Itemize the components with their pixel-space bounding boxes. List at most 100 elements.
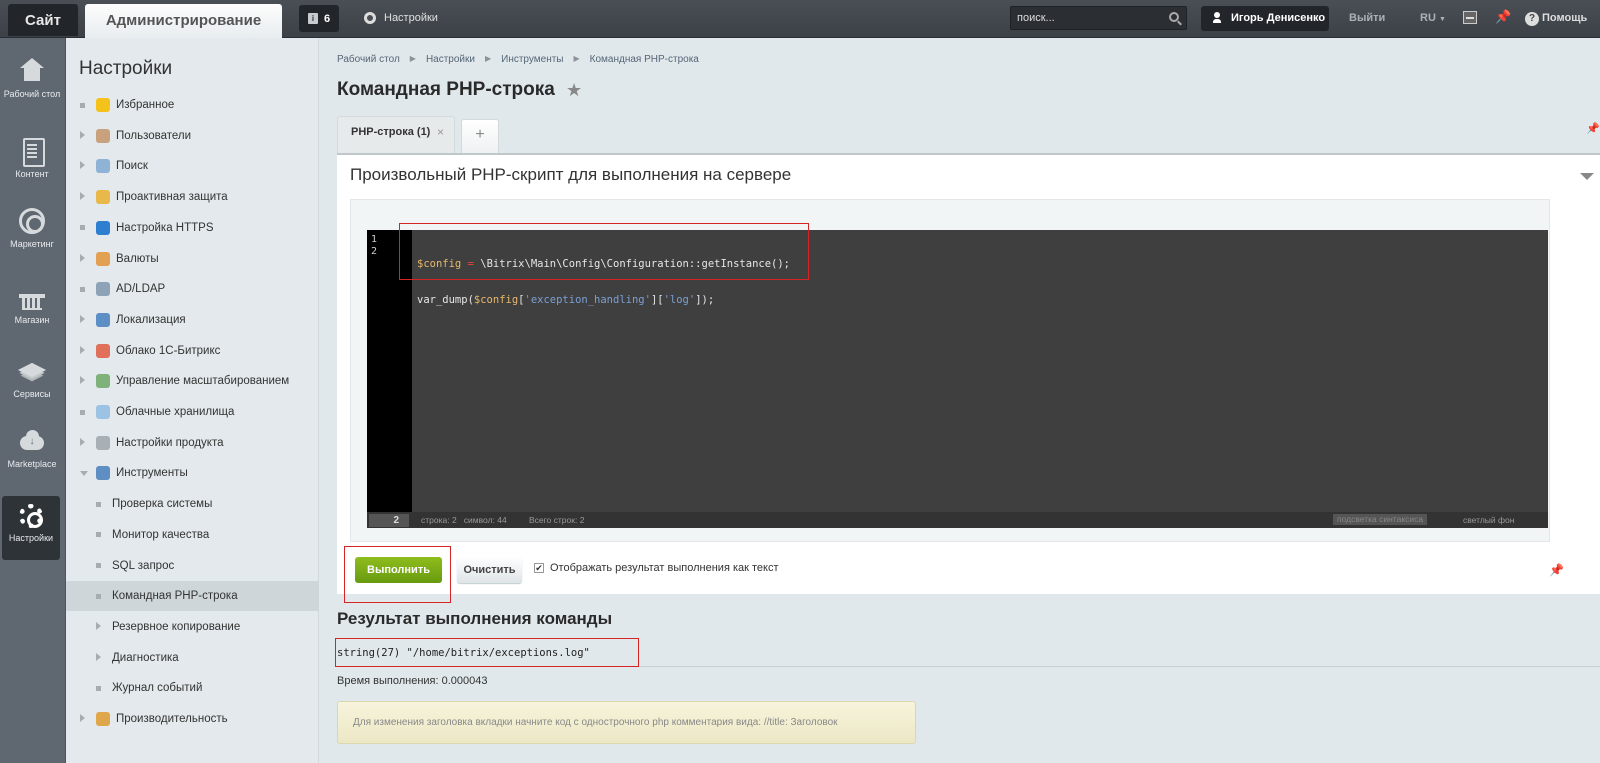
menu-item-label: Журнал событий bbox=[112, 682, 203, 695]
menu-item[interactable]: Проактивная защита bbox=[66, 182, 319, 212]
menu-item-label: Пользователи bbox=[116, 129, 192, 142]
search-placeholder: поиск... bbox=[1017, 12, 1055, 24]
menu-item[interactable]: Настройка HTTPS bbox=[66, 213, 319, 243]
expand-arrow-icon[interactable] bbox=[96, 652, 101, 661]
user-button[interactable]: Игорь Денисенко bbox=[1201, 6, 1329, 31]
expand-arrow-icon[interactable] bbox=[80, 714, 85, 722]
code-line: var_dump($config['exception_handling']['… bbox=[417, 294, 715, 306]
expand-arrow-icon[interactable] bbox=[80, 314, 85, 323]
site-tab[interactable]: Сайт bbox=[8, 4, 78, 36]
menu-item-label: Облако 1С-Битрикс bbox=[116, 344, 221, 357]
expand-arrow-icon[interactable] bbox=[80, 161, 85, 170]
menu-item[interactable]: Проверка системы bbox=[66, 489, 319, 519]
expand-open-icon[interactable] bbox=[80, 470, 88, 476]
menu-item-marker bbox=[96, 561, 106, 570]
hint-box: Для изменения заголовка вкладки начните … bbox=[337, 701, 916, 744]
nav-item-marketing[interactable]: Маркетинг bbox=[0, 200, 64, 268]
notifications-button[interactable]: i 6 bbox=[299, 5, 339, 32]
pin-icon[interactable]: 📌 bbox=[1549, 563, 1564, 577]
run-highlight-box bbox=[344, 546, 451, 603]
expand-arrow-icon[interactable] bbox=[80, 253, 85, 262]
breadcrumb-item[interactable]: Инструменты bbox=[501, 54, 563, 65]
menu-item-label: Монитор качества bbox=[112, 528, 210, 541]
pin-icon[interactable]: 📌 bbox=[1495, 9, 1511, 25]
menu-item[interactable]: Журнал событий bbox=[66, 673, 319, 703]
top-bar: Сайт Администрирование i 6 Настройки пои… bbox=[0, 0, 1600, 38]
menu-item[interactable]: Избранное bbox=[66, 90, 319, 120]
keyboard-icon[interactable] bbox=[1463, 11, 1477, 24]
menu-item[interactable]: AD/LDAP bbox=[66, 274, 319, 304]
breadcrumb-item[interactable]: Настройки bbox=[426, 54, 475, 65]
menu-item[interactable]: Резервное копирование bbox=[66, 612, 319, 642]
code-highlight-box bbox=[399, 223, 809, 280]
breadcrumb-item[interactable]: Командная PHP-строка bbox=[590, 54, 699, 65]
menu-item[interactable]: Локализация bbox=[66, 305, 319, 335]
help-label: Помощь bbox=[1542, 12, 1588, 24]
nav-item-desktop[interactable]: Рабочий стол bbox=[0, 50, 64, 118]
help-link[interactable]: ? Помощь bbox=[1525, 0, 1587, 36]
menu-item[interactable]: Командная PHP-строка bbox=[66, 581, 319, 612]
gauge-icon bbox=[96, 712, 110, 726]
menu-item[interactable]: Облако 1С-Битрикс bbox=[66, 336, 319, 366]
menu-item-label: Командная PHP-строка bbox=[112, 590, 238, 603]
menu-item[interactable]: Пользователи bbox=[66, 121, 319, 151]
main-nav: Рабочий стол Контент Маркетинг Магазин С… bbox=[0, 38, 66, 763]
favorite-star-icon[interactable]: ★ bbox=[566, 80, 582, 101]
bullet-icon bbox=[96, 593, 101, 599]
collapse-caret-icon[interactable] bbox=[1580, 173, 1594, 180]
menu-item[interactable]: SQL запрос bbox=[66, 551, 319, 581]
logout-link[interactable]: Выйти bbox=[1349, 0, 1385, 36]
language-select[interactable]: RU ▼ bbox=[1420, 0, 1446, 38]
bullet-icon bbox=[96, 501, 101, 507]
menu-item-marker bbox=[80, 223, 90, 232]
bullet-icon bbox=[96, 532, 101, 538]
menu-item[interactable]: Монитор качества bbox=[66, 520, 319, 550]
nav-item-marketplace[interactable]: ↓ Marketplace bbox=[0, 420, 64, 488]
search-icon[interactable] bbox=[1169, 12, 1179, 22]
settings-link[interactable]: Настройки bbox=[364, 0, 438, 36]
menu-item[interactable]: Управление масштабированием bbox=[66, 366, 319, 396]
menu-item-label: Резервное копирование bbox=[112, 620, 241, 633]
light-background-toggle[interactable]: светлый фон bbox=[1463, 512, 1514, 528]
expand-arrow-icon[interactable] bbox=[80, 376, 85, 385]
breadcrumb-separator-icon: ▶ bbox=[573, 54, 580, 63]
tab-php-line[interactable]: PHP-строка (1) × bbox=[337, 116, 455, 153]
menu-item[interactable]: Производительность bbox=[66, 704, 319, 734]
expand-arrow-icon[interactable] bbox=[80, 345, 85, 354]
menu-item[interactable]: Инструменты bbox=[66, 458, 319, 488]
target-icon bbox=[19, 208, 45, 234]
admin-tab[interactable]: Администрирование bbox=[85, 4, 282, 38]
menu-item-marker bbox=[80, 408, 90, 417]
cloud-download-icon: ↓ bbox=[19, 428, 45, 454]
menu-item[interactable]: Поиск bbox=[66, 151, 319, 181]
pin-icon[interactable]: 📌 bbox=[1586, 122, 1600, 135]
add-tab-button[interactable]: + bbox=[461, 119, 499, 153]
nav-item-services[interactable]: Сервисы bbox=[0, 350, 64, 418]
search-input[interactable]: поиск... bbox=[1010, 6, 1187, 30]
nav-item-settings[interactable]: Настройки bbox=[2, 496, 60, 560]
close-tab-icon[interactable]: × bbox=[437, 117, 444, 147]
menu-item-label: Проактивная защита bbox=[116, 191, 228, 204]
currency-icon bbox=[96, 251, 110, 266]
expand-arrow-icon[interactable] bbox=[96, 621, 101, 630]
gear-icon bbox=[19, 504, 43, 528]
nav-item-content[interactable]: Контент bbox=[0, 130, 64, 198]
ldap-icon bbox=[96, 282, 110, 297]
expand-arrow-icon[interactable] bbox=[80, 192, 85, 201]
menu-item-label: SQL запрос bbox=[112, 559, 175, 572]
clear-button[interactable]: Очистить bbox=[457, 557, 522, 583]
menu-item[interactable]: Облачные хранилища bbox=[66, 397, 319, 427]
show-as-text-checkbox[interactable]: ✔ bbox=[534, 563, 544, 573]
menu-item[interactable]: Настройки продукта bbox=[66, 428, 319, 458]
nav-item-shop[interactable]: Магазин bbox=[0, 276, 64, 344]
menu-item[interactable]: Валюты bbox=[66, 244, 319, 274]
menu-item-label: AD/LDAP bbox=[116, 283, 166, 296]
menu-item[interactable]: Диагностика bbox=[66, 643, 319, 673]
menu-item-label: Избранное bbox=[116, 99, 175, 111]
breadcrumb-separator-icon: ▶ bbox=[409, 54, 416, 63]
syntax-highlight-toggle[interactable]: подсветка синтаксиса bbox=[1333, 514, 1428, 525]
breadcrumb-item[interactable]: Рабочий стол bbox=[337, 54, 400, 65]
menu-item-label: Настройка HTTPS bbox=[116, 221, 214, 234]
expand-arrow-icon[interactable] bbox=[80, 437, 85, 446]
expand-arrow-icon[interactable] bbox=[80, 130, 85, 139]
